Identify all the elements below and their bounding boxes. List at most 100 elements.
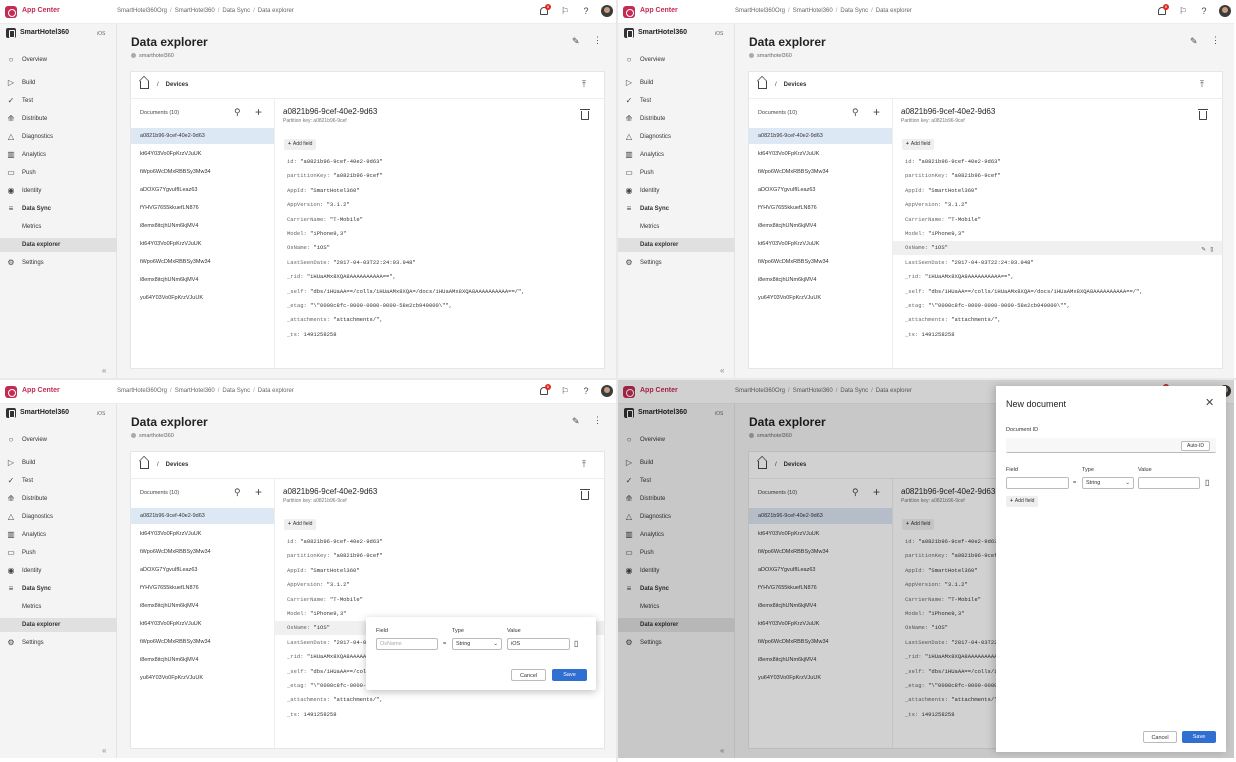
list-item[interactable]: fYHVG7655kkuefLN876 <box>131 200 274 216</box>
breadcrumb-item[interactable]: SmartHotel360Org <box>117 388 167 394</box>
field-row[interactable]: AppId: "SmartHotel360" <box>275 184 604 198</box>
sidebar-item-data-explorer[interactable]: Data explorer <box>618 238 735 252</box>
list-item[interactable]: i8emx8itcjhUNm6kjMV4 <box>131 272 274 288</box>
type-select[interactable]: String ⌄ <box>1082 477 1134 489</box>
sidebar-item-test[interactable]: ✓ Test <box>0 94 117 108</box>
breadcrumb-item[interactable]: Data Sync <box>222 8 250 14</box>
sidebar-item-diagnostics[interactable]: △ Diagnostics <box>0 510 117 524</box>
list-item[interactable]: a0821b96-9cef-40e2-9d63 <box>749 128 892 144</box>
field-name-input[interactable]: OsName <box>376 638 438 650</box>
home-icon[interactable] <box>758 81 767 89</box>
app-center-logo-icon[interactable] <box>5 6 17 18</box>
list-item[interactable]: fYHVG7655kkuefLN876 <box>131 580 274 596</box>
field-row[interactable]: id: "a0821b96-9cef-40e2-9d63" <box>893 155 1222 169</box>
list-item[interactable]: tWpo6WcDMxRBBSy3Mw34 <box>131 254 274 270</box>
close-icon[interactable]: ✕ <box>1205 396 1214 409</box>
sidebar-item-push[interactable]: ▭ Push <box>0 546 117 560</box>
field-row[interactable]: LastSeenDate: "2017-04-03T22:24:03.948" <box>893 256 1222 270</box>
notifications-bell-icon[interactable]: 6 <box>538 4 551 17</box>
field-row[interactable]: AppId: "SmartHotel360" <box>275 564 604 578</box>
list-item[interactable]: tWpo6WcDMxRBBSy3Mw34 <box>131 544 274 560</box>
save-button[interactable]: Save <box>1182 731 1216 743</box>
field-row[interactable]: OsName: "iOS" ✎ ▯ <box>893 241 1222 256</box>
field-row[interactable]: _etag: "\"0000c8fc-0000-0000-0000-58e2cb… <box>275 299 604 313</box>
app-center-title[interactable]: App Center <box>640 7 678 14</box>
edit-icon[interactable]: ✎ <box>572 416 580 427</box>
sidebar-item-metrics[interactable]: Metrics <box>618 220 735 234</box>
more-icon[interactable]: ⋮ <box>1211 35 1220 46</box>
field-row[interactable]: OsName: "iOS" <box>275 241 604 255</box>
field-row[interactable]: Model: "iPhone9,3" <box>275 227 604 241</box>
sidebar-item-distribute[interactable]: ⟰ Distribute <box>0 492 117 506</box>
sidebar-item-overview[interactable]: ○ Overview <box>618 53 735 67</box>
feedback-icon[interactable]: ⚐ <box>1177 5 1189 17</box>
add-field-button[interactable]: + Add field <box>902 139 935 150</box>
sidebar-item-metrics[interactable]: Metrics <box>0 220 117 234</box>
field-row[interactable]: partitionKey: "a0821b96-9cef" <box>275 549 604 563</box>
delete-field-icon[interactable]: ▯ <box>1205 478 1209 487</box>
list-item[interactable]: yu64Y03Vo0FpKrzVJuUK <box>131 670 274 686</box>
scroll-top-icon[interactable]: ⤒ <box>582 79 586 90</box>
app-name[interactable]: SmartHotel360 <box>20 29 69 36</box>
list-item[interactable]: yu64Y03Vo0FpKrzVJuUK <box>131 290 274 306</box>
list-item[interactable]: aDOXG7YgvuIfILeaz63 <box>749 182 892 198</box>
home-icon[interactable] <box>140 461 149 469</box>
scroll-top-icon[interactable]: ⤒ <box>1200 79 1204 90</box>
add-document-icon[interactable]: + <box>873 105 880 119</box>
app-name[interactable]: SmartHotel360 <box>638 29 687 36</box>
field-row[interactable]: id: "a0821b96-9cef-40e2-9d63" <box>275 155 604 169</box>
field-row[interactable]: partitionKey: "a0821b96-9cef" <box>275 169 604 183</box>
breadcrumb-item[interactable]: SmartHotel360 <box>793 8 833 14</box>
list-item[interactable]: kt64Y03Vo0FpKrzVJuUK <box>749 146 892 162</box>
sidebar-item-push[interactable]: ▭ Push <box>0 166 117 180</box>
edit-icon[interactable]: ✎ <box>1190 36 1198 47</box>
avatar[interactable] <box>1219 5 1231 17</box>
list-item[interactable]: i8emx8itcjhUNm6kjMV4 <box>749 218 892 234</box>
collapse-sidebar-icon[interactable]: « <box>102 746 106 755</box>
app-name[interactable]: SmartHotel360 <box>20 409 69 416</box>
add-field-button[interactable]: + Add field <box>284 519 317 530</box>
field-row[interactable]: LastSeenDate: "2017-04-03T22:24:03.948" <box>275 256 604 270</box>
field-row[interactable]: _rid: "iHUaAMx8XQA8AAAAAAAAAA==", <box>275 270 604 284</box>
field-row[interactable]: id: "a0821b96-9cef-40e2-9d63" <box>275 535 604 549</box>
list-item[interactable]: tWpo6WcDMxRBBSy3Mw34 <box>131 634 274 650</box>
breadcrumb-item[interactable]: SmartHotel360 <box>175 8 215 14</box>
feedback-icon[interactable]: ⚐ <box>559 5 571 17</box>
sidebar-item-analytics[interactable]: ▥ Analytics <box>618 148 735 162</box>
delete-field-icon[interactable]: ▯ <box>1210 246 1214 254</box>
delete-field-icon[interactable]: ▯ <box>574 639 578 648</box>
breadcrumb-item[interactable]: SmartHotel360 <box>175 388 215 394</box>
sidebar-item-distribute[interactable]: ⟰ Distribute <box>618 112 735 126</box>
list-item[interactable]: kt64Y03Vo0FpKrzVJuUK <box>131 236 274 252</box>
edit-field-icon[interactable]: ✎ <box>1201 246 1205 254</box>
field-row[interactable]: CarrierName: "T-Mobile" <box>893 213 1222 227</box>
list-item[interactable]: i8emx8itcjhUNm6kjMV4 <box>749 272 892 288</box>
avatar[interactable] <box>601 5 613 17</box>
sidebar-item-build[interactable]: ▷ Build <box>618 76 735 90</box>
list-item[interactable]: kt64Y03Vo0FpKrzVJuUK <box>131 526 274 542</box>
save-button[interactable]: Save <box>552 669 587 681</box>
list-item[interactable]: a0821b96-9cef-40e2-9d63 <box>131 128 274 144</box>
field-row[interactable]: AppVersion: "3.1.2" <box>893 198 1222 212</box>
list-item[interactable]: tWpo6WcDMxRBBSy3Mw34 <box>749 254 892 270</box>
sidebar-item-data-explorer[interactable]: Data explorer <box>0 618 117 632</box>
delete-document-icon[interactable] <box>580 109 590 120</box>
value-input[interactable]: iOS <box>507 638 570 650</box>
field-row[interactable]: AppId: "SmartHotel360" <box>893 184 1222 198</box>
value-input[interactable] <box>1138 477 1200 489</box>
list-item[interactable]: kt64Y03Vo0FpKrzVJuUK <box>131 616 274 632</box>
add-field-button[interactable]: + Add field <box>284 139 317 150</box>
feedback-icon[interactable]: ⚐ <box>559 385 571 397</box>
field-row[interactable]: Model: "iPhone9,3" <box>893 227 1222 241</box>
list-item[interactable]: aDOXG7YgvuIfILeaz63 <box>131 562 274 578</box>
sidebar-item-identity[interactable]: ◉ Identity <box>0 184 117 198</box>
filter-icon[interactable]: ⚲ <box>234 107 241 118</box>
field-row[interactable]: _attachments: "attachments/", <box>275 313 604 327</box>
field-row[interactable]: CarrierName: "T-Mobile" <box>275 213 604 227</box>
sidebar-item-analytics[interactable]: ▥ Analytics <box>0 528 117 542</box>
add-document-icon[interactable]: + <box>255 485 262 499</box>
help-icon[interactable]: ? <box>580 5 592 17</box>
list-item[interactable]: i8emx8itcjhUNm6kjMV4 <box>131 652 274 668</box>
field-row[interactable]: _attachments: "attachments/", <box>275 693 604 707</box>
field-row[interactable]: _ts: 1491258258 <box>275 328 604 342</box>
